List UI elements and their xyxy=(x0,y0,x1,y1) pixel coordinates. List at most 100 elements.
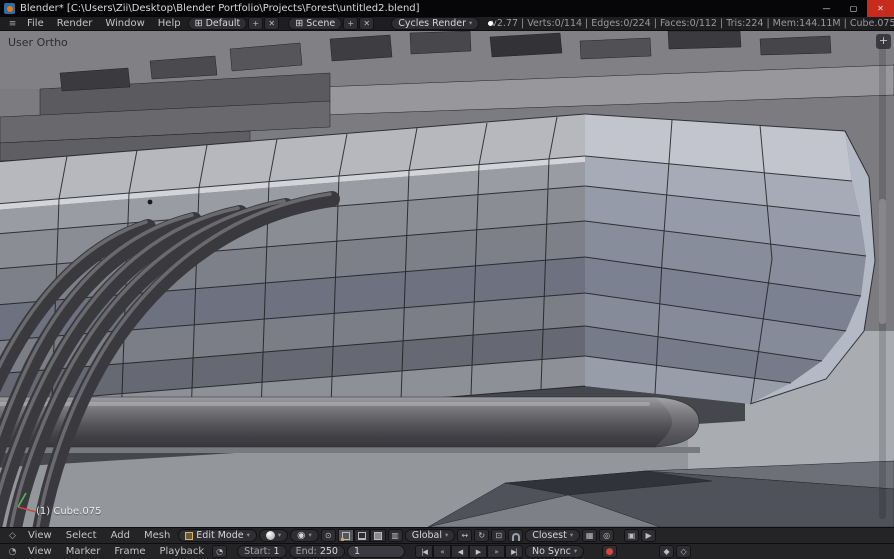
scene-add-button[interactable]: + xyxy=(343,17,358,30)
render-engine-select[interactable]: Cycles Render ▾ xyxy=(391,17,479,30)
maximize-button[interactable]: ▢ xyxy=(840,0,867,17)
proportional-edit-toggle[interactable]: ◎ xyxy=(599,529,614,542)
blender-window: Blender* [C:\Users\Zii\Desktop\Blender P… xyxy=(0,0,894,559)
scene-name[interactable]: Scene xyxy=(306,18,335,29)
viewport-shading-select[interactable]: ▾ xyxy=(259,529,288,542)
mode-select[interactable]: Edit Mode ▾ xyxy=(178,529,257,542)
snap-element-select[interactable]: ▦ xyxy=(582,529,597,542)
menu-playback[interactable]: Playback xyxy=(153,546,210,557)
menu-render[interactable]: Render xyxy=(51,18,99,29)
opengl-render-anim-button[interactable]: ▶ xyxy=(641,529,656,542)
timeline-header: ◔ View Marker Frame Playback ◔ Start: 1 … xyxy=(0,543,894,559)
menu-view-timeline[interactable]: View xyxy=(22,546,58,557)
frame-end-field[interactable]: End: 250 xyxy=(289,545,345,558)
next-keyframe-button[interactable]: » xyxy=(487,545,505,558)
frame-start-value[interactable]: 1 xyxy=(274,546,280,557)
snap-target-value[interactable]: Closest xyxy=(532,530,567,541)
scene-selector[interactable]: ⊞ Scene xyxy=(288,17,342,30)
vertex-select-icon xyxy=(342,532,350,540)
frame-end-value[interactable]: 250 xyxy=(320,546,338,557)
vertex-select-button[interactable] xyxy=(338,529,354,542)
pivot-icon: ◉ xyxy=(297,530,305,541)
titlebar: Blender* [C:\Users\Zii\Desktop\Blender P… xyxy=(0,0,894,17)
scene-statistics: v2.77 | Verts:0/114 | Edges:0/224 | Face… xyxy=(491,18,894,29)
chevron-down-icon: ▾ xyxy=(247,532,250,539)
select-mode-group xyxy=(338,529,386,542)
mode-value[interactable]: Edit Mode xyxy=(196,530,243,541)
window-controls: — ▢ ✕ xyxy=(813,0,894,17)
screen-layout-selector[interactable]: ⊞ Default xyxy=(188,17,248,30)
chevron-down-icon: ▾ xyxy=(469,20,472,27)
scene-browse-icon[interactable]: ⊞ xyxy=(295,18,303,29)
auto-keyframe-record-button[interactable]: ● xyxy=(602,545,617,558)
menu-marker[interactable]: Marker xyxy=(60,546,107,557)
manipulator-translate-toggle[interactable]: ↔ xyxy=(457,529,472,542)
viewport-3d[interactable]: User Ortho (1) Cube.075 + xyxy=(0,31,894,527)
shading-sphere-icon xyxy=(266,531,275,540)
snap-magnet-toggle[interactable] xyxy=(508,529,523,542)
menu-file[interactable]: File xyxy=(21,18,50,29)
menu-frame[interactable]: Frame xyxy=(108,546,151,557)
active-object-label: (1) Cube.075 xyxy=(36,506,101,517)
magnet-icon xyxy=(512,533,520,541)
occlude-geometry-toggle[interactable]: ▥ xyxy=(388,529,403,542)
sync-value[interactable]: No Sync xyxy=(532,546,571,557)
info-header: ≡ File Render Window Help ⊞ Default + ✕ … xyxy=(0,17,894,31)
av-sync-select[interactable]: No Sync ▾ xyxy=(525,545,584,558)
viewport-header: ◇ View Select Add Mesh Edit Mode ▾ ▾ ◉ ▾… xyxy=(0,527,894,543)
menu-mesh[interactable]: Mesh xyxy=(138,530,176,541)
snap-target-select[interactable]: Closest ▾ xyxy=(525,529,580,542)
chevron-down-icon: ▾ xyxy=(445,532,448,539)
pivot-point-select[interactable]: ◉ ▾ xyxy=(290,529,319,542)
insert-keyframe-button[interactable]: ◆ xyxy=(659,545,674,558)
editor-type-3dview-icon[interactable]: ◇ xyxy=(5,529,20,542)
frame-start-field[interactable]: Start: 1 xyxy=(237,545,286,558)
frame-start-label: Start: xyxy=(244,546,270,557)
viewport-scrollbar-thumb[interactable] xyxy=(879,199,886,324)
current-frame-value[interactable]: 1 xyxy=(354,546,360,557)
menu-window[interactable]: Window xyxy=(99,18,150,29)
pivot-align-toggle[interactable]: ⊙ xyxy=(321,529,336,542)
manipulator-rotate-toggle[interactable]: ↻ xyxy=(474,529,489,542)
chevron-down-icon: ▾ xyxy=(574,548,577,555)
prev-keyframe-button[interactable]: « xyxy=(433,545,451,558)
preview-range-toggle[interactable]: ◔ xyxy=(212,545,227,558)
layout-browse-icon[interactable]: ⊞ xyxy=(195,18,203,29)
playback-controls: |◀ « ◀ ▶ » ▶| xyxy=(415,545,523,558)
face-select-icon xyxy=(374,532,382,540)
opengl-render-still-button[interactable]: ▣ xyxy=(624,529,639,542)
window-title: Blender* [C:\Users\Zii\Desktop\Blender P… xyxy=(20,3,808,14)
delete-keyframe-button[interactable]: ◇ xyxy=(676,545,691,558)
menu-add[interactable]: Add xyxy=(105,530,136,541)
orientation-value[interactable]: Global xyxy=(412,530,442,541)
scene-delete-button[interactable]: ✕ xyxy=(359,17,374,30)
chevron-down-icon: ▾ xyxy=(570,532,573,539)
layout-add-button[interactable]: + xyxy=(248,17,263,30)
region-expand-button[interactable]: + xyxy=(876,34,891,49)
model-tube[interactable] xyxy=(0,397,700,453)
view-orientation-label: User Ortho xyxy=(8,36,68,49)
manipulator-scale-toggle[interactable]: ⊡ xyxy=(491,529,506,542)
edge-select-icon xyxy=(358,532,366,540)
layout-delete-button[interactable]: ✕ xyxy=(264,17,279,30)
jump-to-end-button[interactable]: ▶| xyxy=(505,545,523,558)
play-reverse-button[interactable]: ◀ xyxy=(451,545,469,558)
menu-view[interactable]: View xyxy=(22,530,58,541)
editor-type-timeline-icon[interactable]: ◔ xyxy=(5,545,20,558)
current-frame-field[interactable]: 1 xyxy=(347,545,405,558)
jump-to-start-button[interactable]: |◀ xyxy=(415,545,433,558)
editor-type-info-icon[interactable]: ≡ xyxy=(5,17,20,30)
chevron-down-icon: ▾ xyxy=(278,532,281,539)
menu-help[interactable]: Help xyxy=(152,18,187,29)
transform-orientation-select[interactable]: Global ▾ xyxy=(405,529,456,542)
face-select-button[interactable] xyxy=(370,529,386,542)
scene-svg xyxy=(0,31,894,527)
layout-name[interactable]: Default xyxy=(206,18,241,29)
play-button[interactable]: ▶ xyxy=(469,545,487,558)
render-engine-value[interactable]: Cycles Render xyxy=(398,18,466,29)
edge-select-button[interactable] xyxy=(354,529,370,542)
minimize-button[interactable]: — xyxy=(813,0,840,17)
close-button[interactable]: ✕ xyxy=(867,0,894,17)
edit-mode-icon xyxy=(185,532,193,540)
menu-select[interactable]: Select xyxy=(60,530,103,541)
